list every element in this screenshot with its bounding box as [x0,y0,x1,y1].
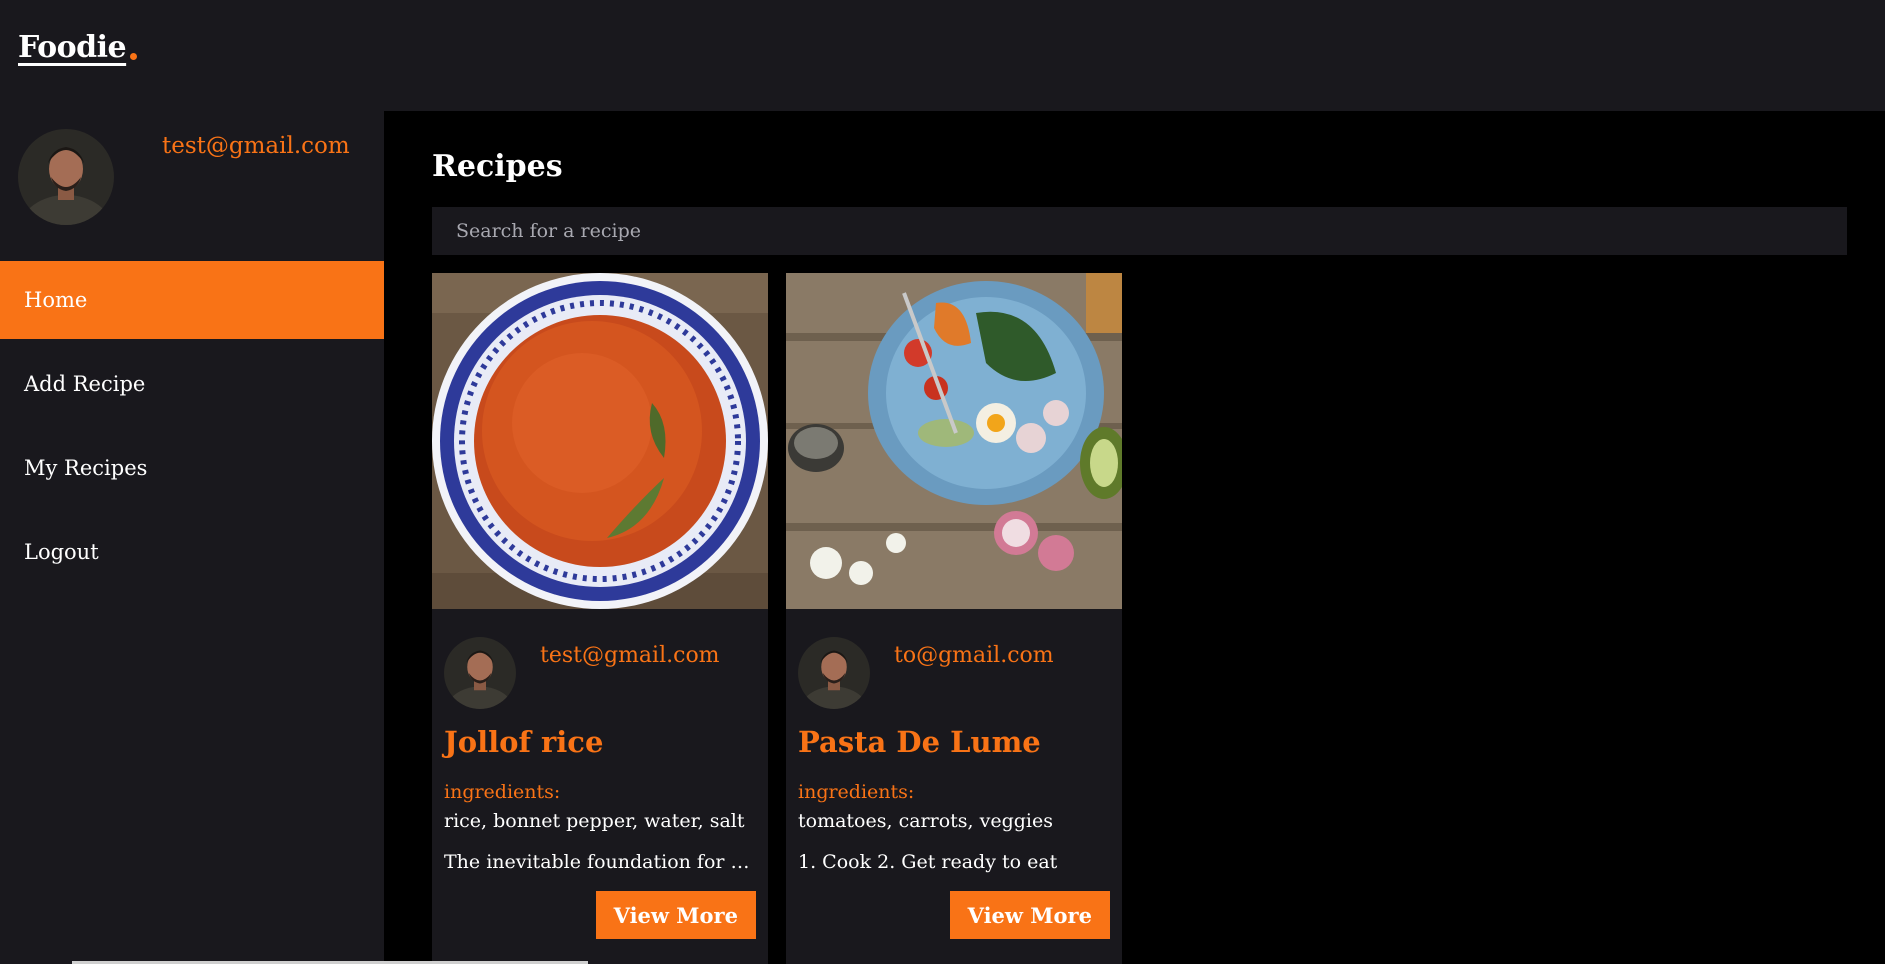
view-more-button[interactable]: View More [595,891,756,939]
page-title: Recipes [432,149,563,184]
author-email: test@gmail.com [540,643,720,668]
sidebar: test@gmail.com Home Add Recipe My Recipe… [0,111,384,964]
recipe-image[interactable] [432,273,768,609]
app-logo[interactable]: Foodie [18,30,127,65]
ingredients-list: tomatoes, carrots, veggies [798,810,1053,832]
ingredients-label: ingredients: [798,781,915,803]
dot-icon [130,53,137,60]
nav-item-logout[interactable]: Logout [0,513,384,591]
recipe-description: 1. Cook 2. Get ready to eat [798,851,1058,873]
recipe-image[interactable] [786,273,1122,609]
nav-item-add-recipe[interactable]: Add Recipe [0,345,384,423]
recipe-card: to@gmail.com Pasta De Lume ingredients: … [786,273,1122,964]
author-email: to@gmail.com [894,643,1054,668]
profile-avatar [18,129,114,225]
recipe-card: test@gmail.com Jollof rice ingredients: … [432,273,768,964]
recipe-title: Jollof rice [444,725,604,759]
author-avatar [444,637,516,709]
view-more-button[interactable]: View More [949,891,1110,939]
recipe-description: The inevitable foundation for b... [444,851,756,873]
author-avatar [798,637,870,709]
ingredients-label: ingredients: [444,781,561,803]
ingredients-list: rice, bonnet pepper, water, salt [444,810,745,832]
profile-email: test@gmail.com [162,133,350,159]
nav-item-my-recipes[interactable]: My Recipes [0,429,384,507]
nav-item-home[interactable]: Home [0,261,384,339]
recipe-title: Pasta De Lume [798,725,1041,759]
sidebar-nav: Home Add Recipe My Recipes Logout [0,261,384,597]
main-content: Recipes Search for a recipe test@gmail.c… [384,111,1885,964]
top-bar: Foodie [0,0,1885,111]
search-input[interactable] [432,207,1847,255]
